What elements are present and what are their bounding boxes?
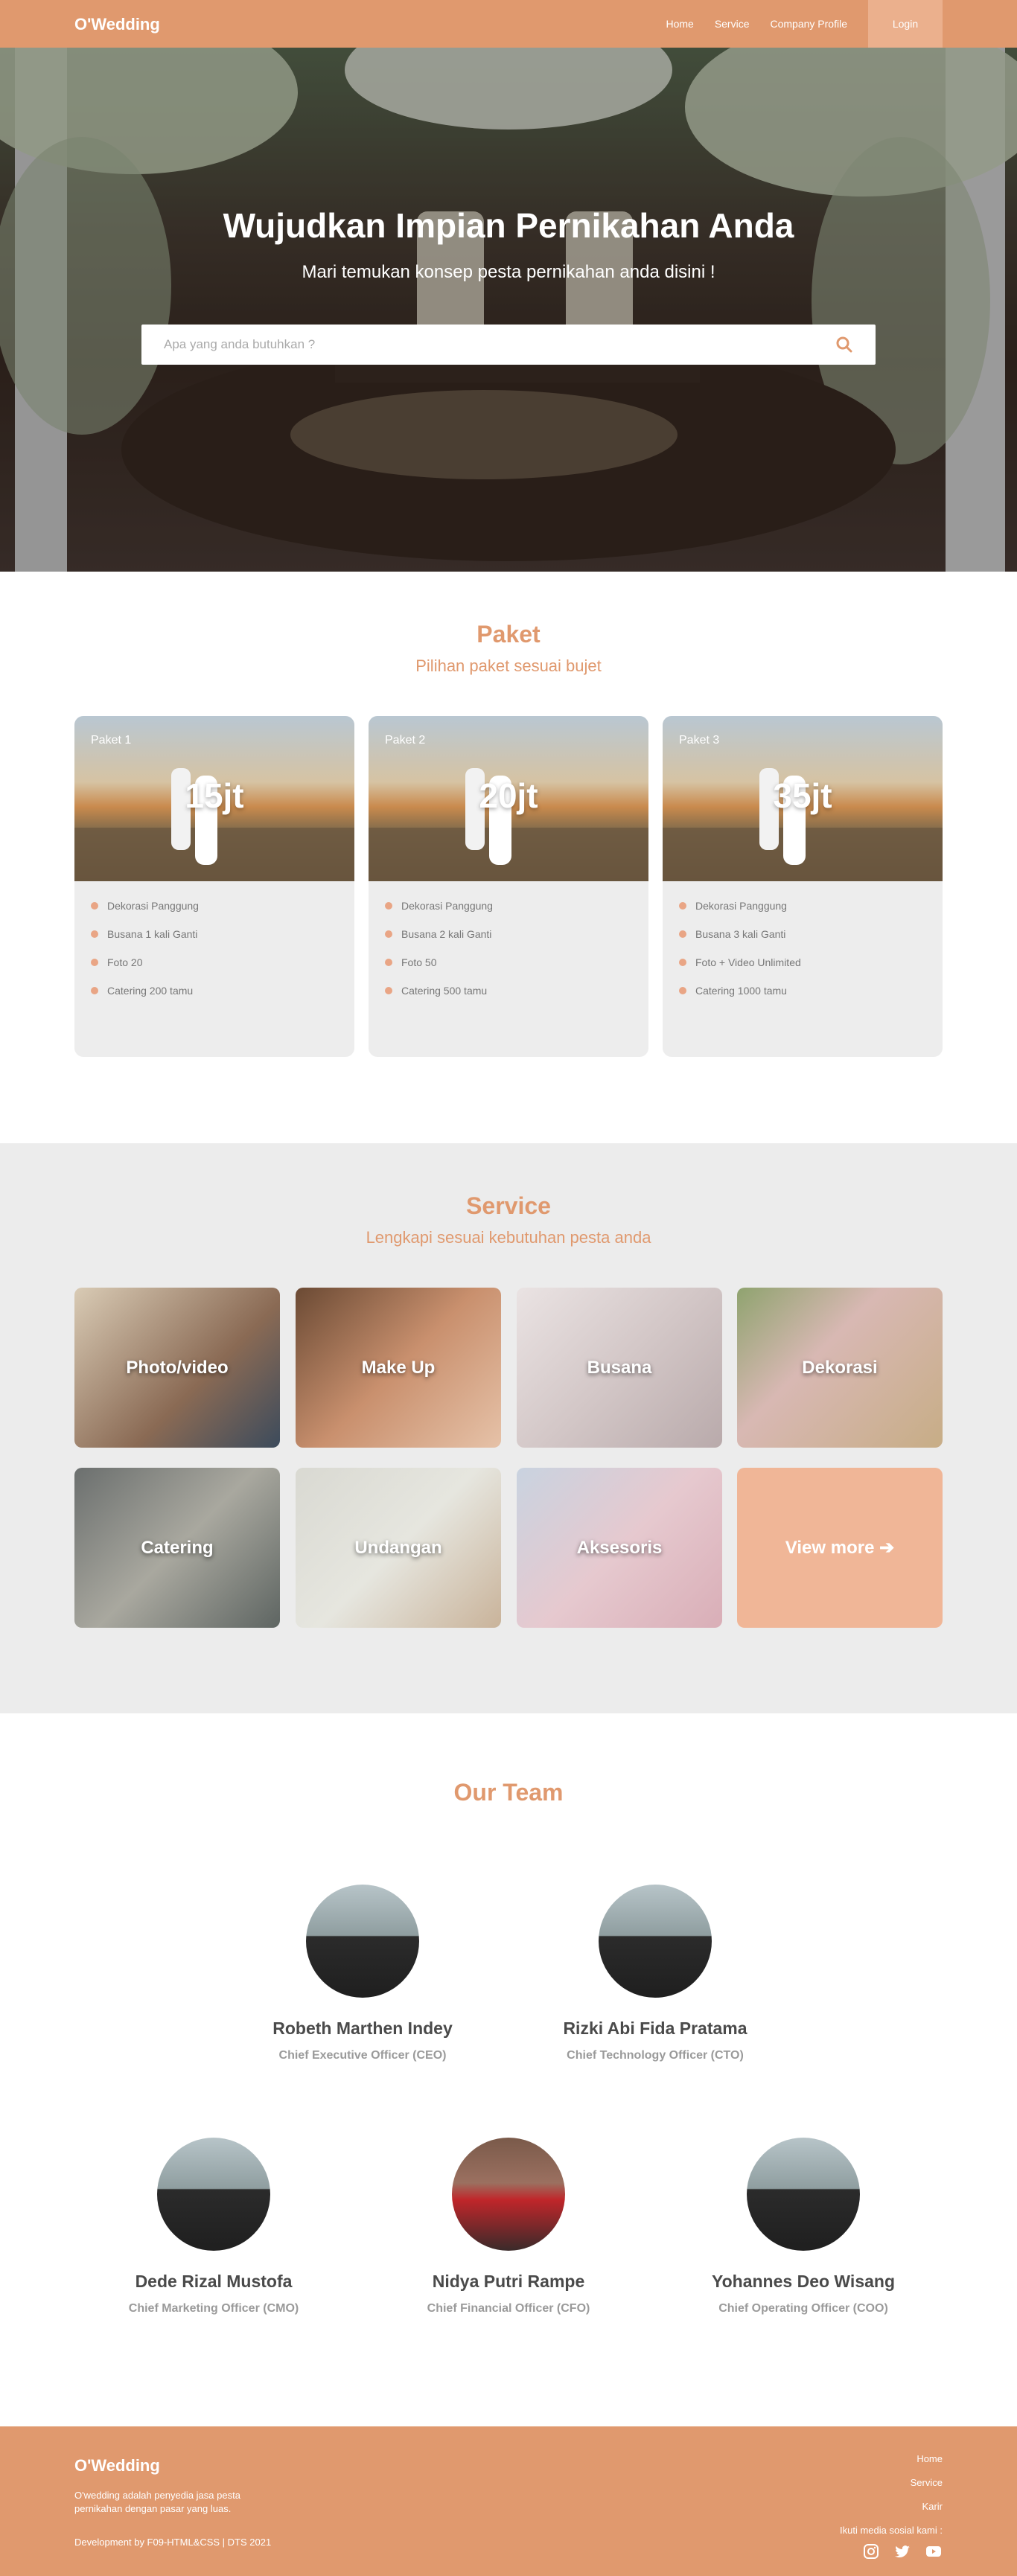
paket-image: Paket 1 15jt — [74, 716, 354, 881]
paket-features: Dekorasi Panggung Busana 3 kali Ganti Fo… — [663, 881, 943, 1027]
service-tile-aksesoris[interactable]: Aksesoris — [517, 1468, 722, 1628]
paket-price: 15jt — [185, 776, 244, 815]
nav-company-profile-link[interactable]: Company Profile — [771, 18, 848, 30]
footer-links: Home Service Karir Ikuti media sosial ka… — [840, 2447, 943, 2543]
service-tile-make-up[interactable]: Make Up — [296, 1288, 501, 1448]
nav-home-link[interactable]: Home — [666, 18, 693, 30]
nav-service-link[interactable]: Service — [715, 18, 750, 30]
feature-item: Busana 2 kali Ganti — [385, 926, 632, 954]
social-label: Ikuti media sosial kami : — [840, 2525, 943, 2536]
service-tile-catering[interactable]: Catering — [74, 1468, 280, 1628]
team-title: Our Team — [453, 1779, 564, 1806]
navbar: O'Wedding Home Service Company Profile L… — [0, 0, 1017, 48]
hero-title: Wujudkan Impian Pernikahan Anda — [223, 206, 794, 245]
avatar — [747, 2138, 860, 2251]
twitter-icon[interactable] — [893, 2543, 911, 2560]
service-title: Service — [466, 1192, 551, 1219]
feature-item: Busana 3 kali Ganti — [679, 926, 926, 954]
member-name: Yohannes Deo Wisang — [711, 2272, 895, 2291]
hero-search-bar — [141, 325, 876, 365]
footer-karir-link[interactable]: Karir — [840, 2495, 943, 2519]
paket-label: Paket 2 — [385, 734, 426, 747]
paket-features: Dekorasi Panggung Busana 2 kali Ganti Fo… — [369, 881, 648, 1027]
service-tile-undangan[interactable]: Undangan — [296, 1468, 501, 1628]
hero-subtitle: Mari temukan konsep pesta pernikahan and… — [302, 262, 715, 282]
member-role: Chief Operating Officer (COO) — [718, 2302, 888, 2315]
paket-price: 35jt — [773, 776, 832, 815]
feature-item: Foto 20 — [91, 954, 338, 982]
service-tile-busana[interactable]: Busana — [517, 1288, 722, 1448]
member-role: Chief Technology Officer (CTO) — [567, 2049, 744, 2062]
footer-brand: O'Wedding — [74, 2456, 160, 2475]
footer: O'Wedding O'wedding adalah penyedia jasa… — [0, 2426, 1017, 2576]
paket-card[interactable]: Paket 1 15jt Dekorasi Panggung Busana 1 … — [74, 716, 354, 1057]
service-subtitle: Lengkapi sesuai kebutuhan pesta anda — [366, 1228, 651, 1247]
brand-logo[interactable]: O'Wedding — [74, 15, 160, 34]
paket-subtitle: Pilihan paket sesuai bujet — [415, 656, 602, 675]
paket-label: Paket 3 — [679, 734, 720, 747]
service-tile-dekorasi[interactable]: Dekorasi — [737, 1288, 943, 1448]
member-name: Robeth Marthen Indey — [272, 2019, 453, 2038]
footer-service-link[interactable]: Service — [840, 2471, 943, 2495]
view-more-button[interactable]: View more ➔ — [737, 1468, 943, 1628]
youtube-icon[interactable] — [925, 2543, 943, 2560]
team-member: Robeth Marthen Indey Chief Executive Off… — [229, 1885, 497, 2062]
team-member: Dede Rizal Mustofa Chief Marketing Offic… — [80, 2138, 348, 2315]
social-icons — [849, 2543, 943, 2560]
search-input[interactable] — [164, 325, 804, 365]
instagram-icon[interactable] — [862, 2543, 880, 2560]
paket-price: 20jt — [479, 776, 538, 815]
paket-label: Paket 1 — [91, 734, 132, 747]
search-icon[interactable] — [835, 336, 853, 354]
paket-image: Paket 3 35jt — [663, 716, 943, 881]
feature-item: Dekorasi Panggung — [385, 898, 632, 926]
feature-item: Foto 50 — [385, 954, 632, 982]
member-name: Dede Rizal Mustofa — [135, 2272, 293, 2291]
feature-item: Catering 500 tamu — [385, 982, 632, 1011]
member-name: Nidya Putri Rampe — [432, 2272, 585, 2291]
hero-banner: Wujudkan Impian Pernikahan Anda Mari tem… — [0, 48, 1017, 572]
footer-description: O'wedding adalah penyedia jasa pesta per… — [74, 2490, 240, 2514]
paket-card[interactable]: Paket 2 20jt Dekorasi Panggung Busana 2 … — [369, 716, 648, 1057]
member-role: Chief Marketing Officer (CMO) — [128, 2302, 299, 2315]
avatar — [452, 2138, 565, 2251]
nav-links: Home Service Company Profile Login — [645, 0, 943, 48]
paket-card[interactable]: Paket 3 35jt Dekorasi Panggung Busana 3 … — [663, 716, 943, 1057]
feature-item: Dekorasi Panggung — [679, 898, 926, 926]
feature-item: Foto + Video Unlimited — [679, 954, 926, 982]
paket-features: Dekorasi Panggung Busana 1 kali Ganti Fo… — [74, 881, 354, 1027]
avatar — [157, 2138, 270, 2251]
footer-credit: Development by F09-HTML&CSS | DTS 2021 — [74, 2537, 272, 2548]
avatar — [306, 1885, 419, 1998]
team-member: Yohannes Deo Wisang Chief Operating Offi… — [669, 2138, 937, 2315]
avatar — [599, 1885, 712, 1998]
feature-item: Dekorasi Panggung — [91, 898, 338, 926]
footer-home-link[interactable]: Home — [840, 2447, 943, 2471]
login-button[interactable]: Login — [868, 0, 943, 48]
service-tile-photo-video[interactable]: Photo/video — [74, 1288, 280, 1448]
paket-title: Paket — [476, 621, 541, 648]
team-member: Nidya Putri Rampe Chief Financial Office… — [374, 2138, 643, 2315]
team-member: Rizki Abi Fida Pratama Chief Technology … — [521, 1885, 789, 2062]
service-section: Service Lengkapi sesuai kebutuhan pesta … — [0, 1143, 1017, 1713]
member-name: Rizki Abi Fida Pratama — [563, 2019, 747, 2038]
paket-image: Paket 2 20jt — [369, 716, 648, 881]
member-role: Chief Executive Officer (CEO) — [278, 2049, 447, 2062]
feature-item: Catering 1000 tamu — [679, 982, 926, 1011]
member-role: Chief Financial Officer (CFO) — [427, 2302, 590, 2315]
feature-item: Catering 200 tamu — [91, 982, 338, 1011]
feature-item: Busana 1 kali Ganti — [91, 926, 338, 954]
